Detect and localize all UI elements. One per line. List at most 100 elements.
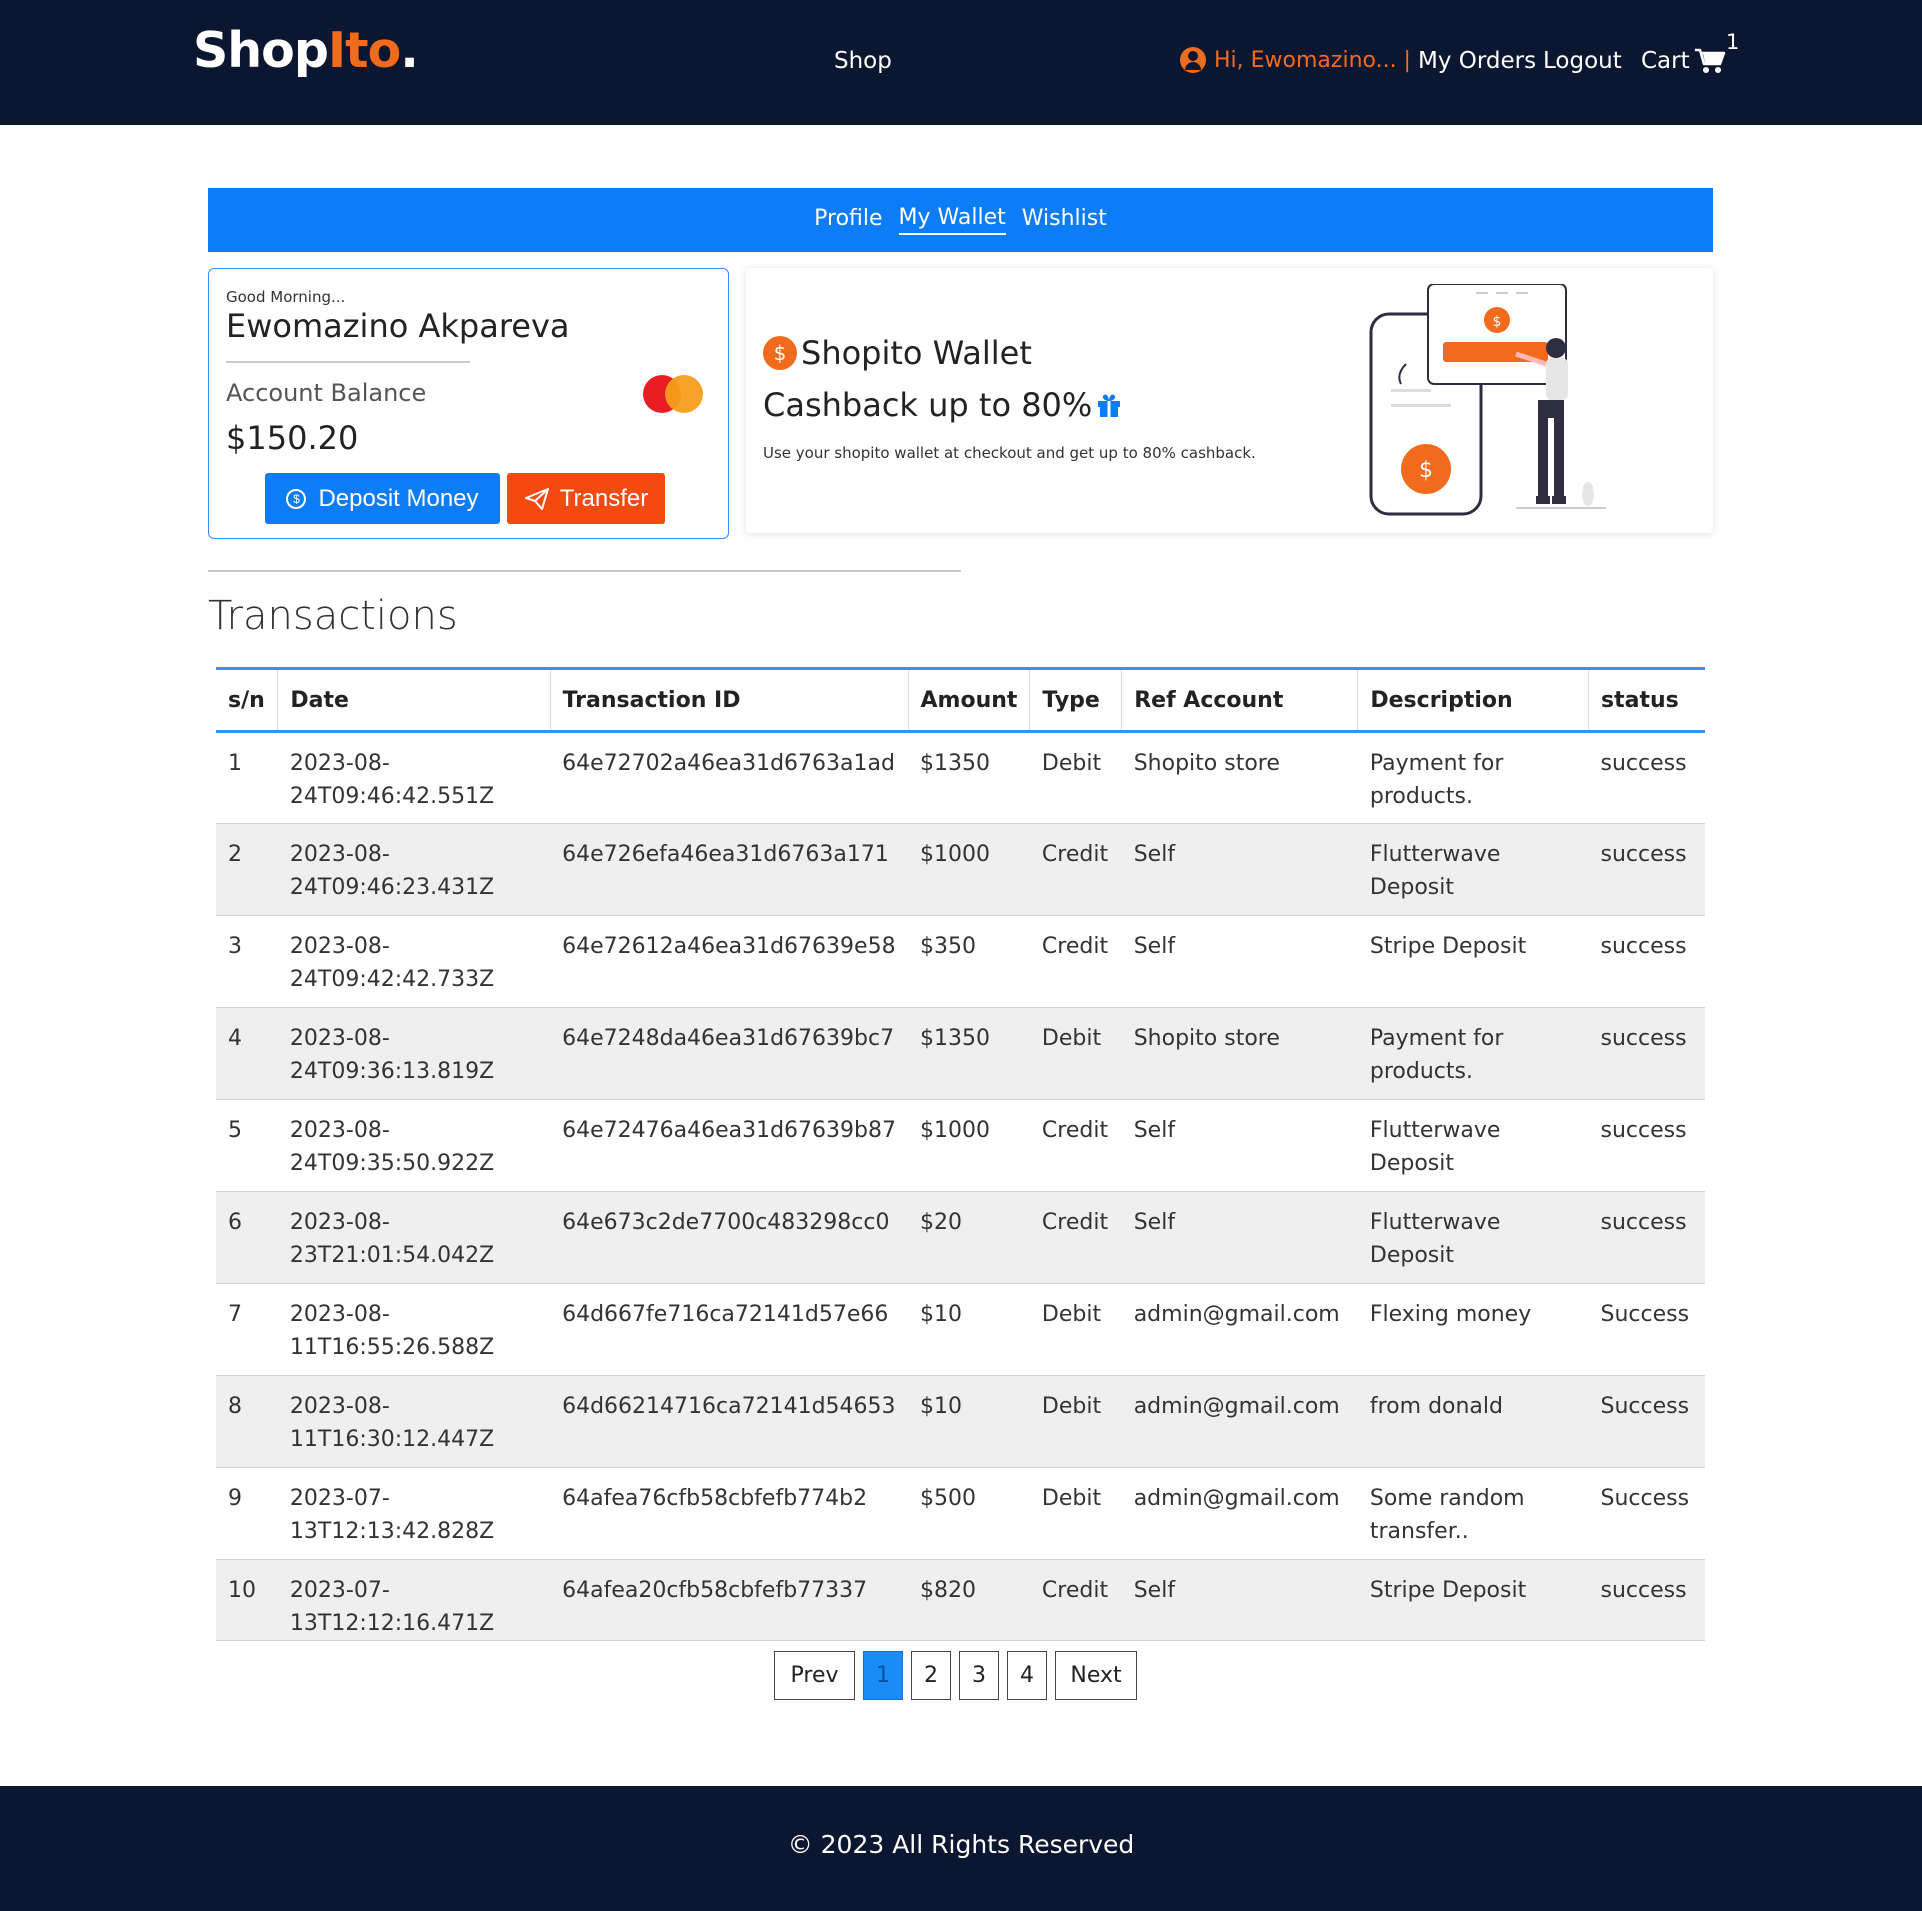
cell-description: Flutterwave Deposit	[1357, 1099, 1589, 1192]
column-header-amount: Amount	[907, 667, 1030, 733]
cell-amount: $1350	[908, 1007, 1030, 1100]
dollar-coin-icon: $	[763, 336, 797, 370]
table-header-row: s/n Date Transaction ID Amount Type Ref …	[216, 667, 1705, 733]
table-row: 2 2023-08- 24T09:46:23.431Z 64e726efa46ea…	[216, 823, 1705, 916]
page-button-2[interactable]: 2	[911, 1651, 951, 1700]
cell-transaction-id: 64e72476a46ea31d67639b87	[550, 1099, 909, 1192]
cell-sn: 1	[216, 731, 278, 824]
cell-sn: 4	[216, 1007, 278, 1100]
cell-amount: $1350	[908, 731, 1030, 824]
table-row: 6 2023-08- 23T21:01:54.042Z 64e673c2de770…	[216, 1191, 1705, 1284]
user-circle-icon	[1180, 47, 1206, 73]
table-row: 5 2023-08- 24T09:35:50.922Z 64e72476a46ea…	[216, 1099, 1705, 1192]
profile-tabs: Profile My Wallet Wishlist	[208, 188, 1713, 252]
pagination: Prev 1 2 3 4 Next	[774, 1651, 1137, 1700]
table-row: 9 2023-07- 13T12:13:42.828Z 64afea76cfb58…	[216, 1467, 1705, 1560]
section-divider	[208, 570, 961, 572]
cell-type: Credit	[1029, 823, 1122, 916]
nav-link-logout[interactable]: Logout	[1543, 48, 1622, 74]
cell-ref-account: admin@gmail.com	[1121, 1375, 1358, 1468]
table-row: 8 2023-08- 11T16:30:12.447Z 64d66214716ca…	[216, 1375, 1705, 1468]
cell-sn: 2	[216, 823, 278, 916]
cart-label: Cart	[1641, 48, 1690, 74]
cell-type: Credit	[1029, 1099, 1122, 1192]
tab-profile[interactable]: Profile	[814, 206, 882, 234]
cell-description: Payment for products.	[1357, 731, 1589, 824]
cell-ref-account: Self	[1121, 1559, 1358, 1641]
cell-description: Stripe Deposit	[1357, 1559, 1589, 1641]
column-header-type: Type	[1029, 667, 1122, 733]
cell-status: Success	[1588, 1375, 1705, 1468]
shopito-logo[interactable]: ShopIto.	[193, 22, 419, 79]
cell-date: 2023-08- 24T09:42:42.733Z	[277, 915, 551, 1008]
cell-sn: 10	[216, 1559, 278, 1641]
cell-ref-account: Shopito store	[1121, 1007, 1358, 1100]
cell-transaction-id: 64e72612a46ea31d67639e58	[550, 915, 909, 1008]
cell-type: Debit	[1029, 1283, 1122, 1376]
cell-date: 2023-07-13T12:12:16.471Z	[277, 1559, 551, 1641]
transfer-button[interactable]: Transfer	[507, 473, 665, 524]
promo-subtitle: Cashback up to 80%	[763, 386, 1122, 424]
page-button-1[interactable]: 1	[863, 1651, 903, 1700]
cell-amount: $500	[908, 1467, 1030, 1560]
cell-transaction-id: 64d667fe716ca72141d57e66	[550, 1283, 909, 1376]
cell-type: Credit	[1029, 915, 1122, 1008]
column-header-date: Date	[277, 667, 551, 733]
cell-amount: $10	[908, 1375, 1030, 1468]
tab-my-wallet[interactable]: My Wallet	[898, 205, 1006, 235]
copyright-text: © 2023 All Rights Reserved	[787, 1830, 1135, 1859]
card-divider	[226, 361, 470, 363]
table-row: 7 2023-08- 11T16:55:26.588Z 64d667fe716ca…	[216, 1283, 1705, 1376]
user-greeting[interactable]: Hi, Ewomazino... |	[1180, 47, 1411, 73]
cell-ref-account: Self	[1121, 1191, 1358, 1284]
promo-title: $ Shopito Wallet	[763, 334, 1032, 372]
balance-label: Account Balance	[226, 379, 427, 407]
promo-title-text: Shopito Wallet	[801, 334, 1032, 372]
balance-value: $150.20	[226, 419, 359, 457]
cell-amount: $1000	[908, 823, 1030, 916]
cell-description: Flexing money	[1357, 1283, 1589, 1376]
tab-wishlist[interactable]: Wishlist	[1022, 206, 1107, 234]
cell-transaction-id: 64e673c2de7700c483298cc0	[550, 1191, 909, 1284]
cell-ref-account: admin@gmail.com	[1121, 1283, 1358, 1376]
cell-type: Debit	[1029, 1375, 1122, 1468]
deposit-money-button[interactable]: $ Deposit Money	[265, 473, 500, 524]
cell-sn: 9	[216, 1467, 278, 1560]
cell-status: Success	[1588, 1467, 1705, 1560]
cell-amount: $10	[908, 1283, 1030, 1376]
transactions-heading: Transactions	[208, 593, 458, 639]
cell-amount: $1000	[908, 1099, 1030, 1192]
account-holder-name: Ewomazino Akpareva	[226, 307, 570, 345]
cart-count-badge: 1	[1726, 30, 1740, 54]
cell-date: 2023-08- 24T09:35:50.922Z	[277, 1099, 551, 1192]
cell-description: from donald	[1357, 1375, 1589, 1468]
cell-transaction-id: 64afea20cfb58cbfefb77337	[550, 1559, 909, 1641]
cell-transaction-id: 64afea76cfb58cbfefb774b2	[550, 1467, 909, 1560]
cell-status: Success	[1588, 1283, 1705, 1376]
top-navbar: ShopIto. Shop Hi, Ewomazino... | My Orde…	[0, 0, 1922, 125]
svg-text:$: $	[1419, 458, 1433, 483]
cell-type: Credit	[1029, 1559, 1122, 1641]
cell-sn: 6	[216, 1191, 278, 1284]
nav-link-cart[interactable]: Cart	[1641, 47, 1726, 75]
cell-ref-account: Self	[1121, 1099, 1358, 1192]
cell-date: 2023-08- 24T09:46:23.431Z	[277, 823, 551, 916]
column-header-ref-account: Ref Account	[1121, 667, 1358, 733]
cell-description: Stripe Deposit	[1357, 915, 1589, 1008]
column-header-transaction-id: Transaction ID	[549, 667, 909, 733]
next-page-button[interactable]: Next	[1055, 1651, 1137, 1700]
page-button-3[interactable]: 3	[959, 1651, 999, 1700]
gift-icon	[1098, 394, 1121, 417]
column-header-sn: s/n	[216, 667, 278, 733]
cell-status: success	[1588, 823, 1705, 916]
cell-date: 2023-08- 11T16:30:12.447Z	[277, 1375, 551, 1468]
wallet-promo-card: $ Shopito Wallet Cashback up to 80% Use …	[746, 268, 1713, 533]
nav-link-shop[interactable]: Shop	[834, 48, 892, 74]
cell-description: Flutterwave Deposit	[1357, 823, 1589, 916]
cell-type: Debit	[1029, 731, 1122, 824]
prev-page-button[interactable]: Prev	[774, 1651, 855, 1700]
cell-date: 2023-08- 24T09:46:42.551Z	[277, 731, 551, 824]
table-row: 10 2023-07-13T12:12:16.471Z 64afea20cfb5…	[216, 1559, 1705, 1641]
page-button-4[interactable]: 4	[1007, 1651, 1047, 1700]
nav-link-my-orders[interactable]: My Orders	[1418, 48, 1536, 74]
